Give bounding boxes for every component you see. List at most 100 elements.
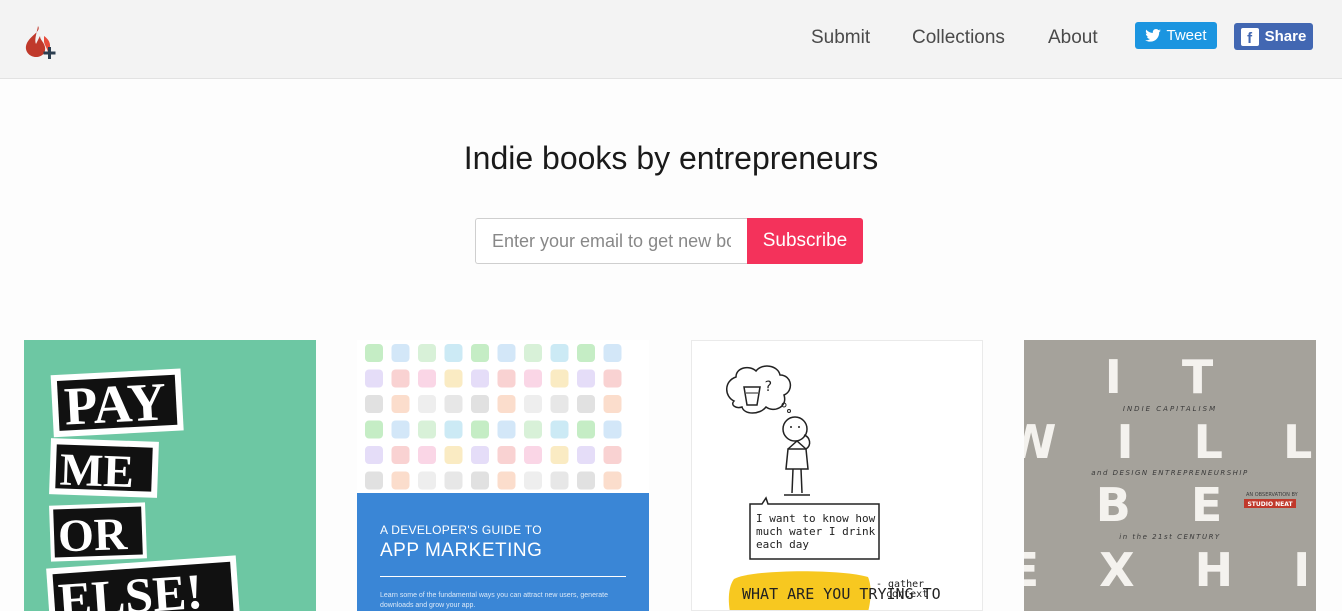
- app-icon-tile: [471, 420, 489, 439]
- cover-word-2: ME: [59, 443, 135, 497]
- app-icon-tile: [524, 420, 542, 439]
- app-icon-tile: [524, 471, 542, 490]
- book-title: APP MARKETING: [380, 540, 543, 561]
- speech-line-3: each day: [756, 538, 809, 551]
- publisher-note: AN OBSERVATION BY: [1246, 492, 1299, 498]
- app-icon-tile: [524, 395, 542, 413]
- app-icon-tile: [497, 420, 516, 439]
- app-icon-tile: [603, 395, 622, 413]
- flame-plus-logo-icon[interactable]: [22, 22, 60, 60]
- aside-line-2: context: [886, 589, 928, 600]
- subscribe-button[interactable]: Subscribe: [747, 218, 863, 264]
- app-icon-tile: [418, 471, 436, 490]
- app-icon-tile: [391, 471, 410, 490]
- app-icon-tile: [577, 369, 595, 388]
- tweet-label: Tweet: [1166, 27, 1207, 44]
- app-icon-tile: [524, 369, 542, 388]
- share-label: Share: [1264, 28, 1307, 45]
- cover-word-1: PAY: [63, 371, 168, 436]
- app-icon-tile: [497, 369, 516, 388]
- app-icon-tile: [603, 369, 622, 388]
- app-icon-tile: [444, 471, 463, 490]
- app-icon-tile: [418, 395, 436, 413]
- app-icon-tile: [603, 420, 622, 439]
- app-icon-tile: [365, 471, 383, 490]
- nav-about-link[interactable]: About: [1048, 27, 1098, 49]
- app-icon-tile: [444, 395, 463, 413]
- app-icon-tile: [603, 471, 622, 490]
- cover-row-2: W I L L: [1024, 415, 1316, 469]
- app-icon-tile: [550, 420, 569, 439]
- app-icon-tile: [577, 420, 595, 439]
- app-icon-tile: [524, 344, 542, 362]
- app-icon-tile: [550, 395, 569, 413]
- exhilarating-cover-art: I T INDIE CAPITALISM W I L L and DESIGN …: [1024, 350, 1316, 597]
- app-icon-tile: [471, 344, 489, 362]
- app-icon-tile: [577, 471, 595, 490]
- facebook-f-icon: f: [1240, 27, 1259, 46]
- subscribe-form: Subscribe: [475, 218, 863, 264]
- app-icon-tile: [365, 446, 383, 464]
- book-cover-sketch[interactable]: ? I want to know how much water I drink …: [691, 340, 983, 611]
- pay-me-or-else-cover-art: PAY ME OR ELSE!: [46, 368, 240, 611]
- app-icon-tile: [577, 446, 595, 464]
- book-cover-it-will-be-exhilarating[interactable]: I T INDIE CAPITALISM W I L L and DESIGN …: [1024, 340, 1316, 611]
- app-icon-tile: [550, 369, 569, 388]
- app-icon-tile: [365, 344, 383, 362]
- app-icon-tile: [365, 369, 383, 388]
- book-blurb: Learn some of the fundamental ways you c…: [380, 592, 609, 609]
- app-icon-tile: [471, 395, 489, 413]
- app-icon-tile: [550, 471, 569, 490]
- email-input[interactable]: [475, 218, 747, 264]
- app-icon-tile: [471, 471, 489, 490]
- top-nav-bar: Submit Collections About Tweet f Share: [0, 0, 1342, 79]
- app-icon-tile: [444, 420, 463, 439]
- cover-word-3: OR: [57, 508, 129, 561]
- app-icon-tile: [550, 344, 569, 362]
- app-icon-tile: [497, 395, 516, 413]
- sketch-cover-art: ? I want to know how much water I drink …: [726, 365, 941, 610]
- app-icon-tile: [444, 369, 463, 388]
- app-icon-tile: [444, 446, 463, 464]
- app-icon-tile: [524, 446, 542, 464]
- app-icon-tile: [391, 420, 410, 439]
- app-icon-tile: [603, 446, 622, 464]
- publisher-label: STUDIO NEAT: [1247, 501, 1293, 508]
- app-icon-tile: [418, 446, 436, 464]
- cover-small-1: INDIE CAPITALISM: [1123, 405, 1217, 413]
- app-marketing-banner: A DEVELOPER'S GUIDE TO APP MARKETING Lea…: [357, 493, 649, 611]
- divider: [380, 576, 626, 577]
- app-icon-tile: [418, 344, 436, 362]
- app-icon-tile: [497, 471, 516, 490]
- speech-line-2: much water I drink: [756, 525, 876, 538]
- app-icon-tile: [497, 446, 516, 464]
- app-icon-tile: [391, 369, 410, 388]
- app-icon-tile: [365, 395, 383, 413]
- nav-collections-link[interactable]: Collections: [912, 27, 1005, 49]
- book-cover-pay-me-or-else[interactable]: PAY ME OR ELSE!: [24, 340, 316, 611]
- app-icon-tile: [391, 446, 410, 464]
- app-icon-tile: [577, 344, 595, 362]
- tweet-button[interactable]: Tweet: [1135, 22, 1217, 49]
- app-icon-tile: [550, 446, 569, 464]
- app-icon-tile: [471, 369, 489, 388]
- app-icon-tile: [418, 420, 436, 439]
- app-icon-tile: [391, 344, 410, 362]
- app-icon-tile: [497, 344, 516, 362]
- facebook-share-button[interactable]: f Share: [1234, 23, 1313, 50]
- app-icon-tile: [444, 344, 463, 362]
- app-icon-tile: [577, 395, 595, 413]
- cover-row-3: B E: [1096, 478, 1245, 532]
- book-cover-app-marketing[interactable]: A DEVELOPER'S GUIDE TO APP MARKETING Lea…: [357, 340, 649, 611]
- book-eyebrow: A DEVELOPER'S GUIDE TO: [380, 523, 542, 537]
- nav-submit-link[interactable]: Submit: [811, 27, 870, 49]
- app-icon-tile: [471, 446, 489, 464]
- cover-row-4: E X H I: [1024, 543, 1316, 597]
- app-icon-tile: [418, 369, 436, 388]
- twitter-bird-icon: [1145, 29, 1162, 42]
- page-title: Indie books by entrepreneurs: [463, 140, 879, 176]
- app-icon-tile: [365, 420, 383, 439]
- app-icon-tile: [603, 344, 622, 362]
- cover-small-2: and DESIGN ENTREPRENEURSHIP: [1091, 469, 1248, 477]
- app-icon-tile: [391, 395, 410, 413]
